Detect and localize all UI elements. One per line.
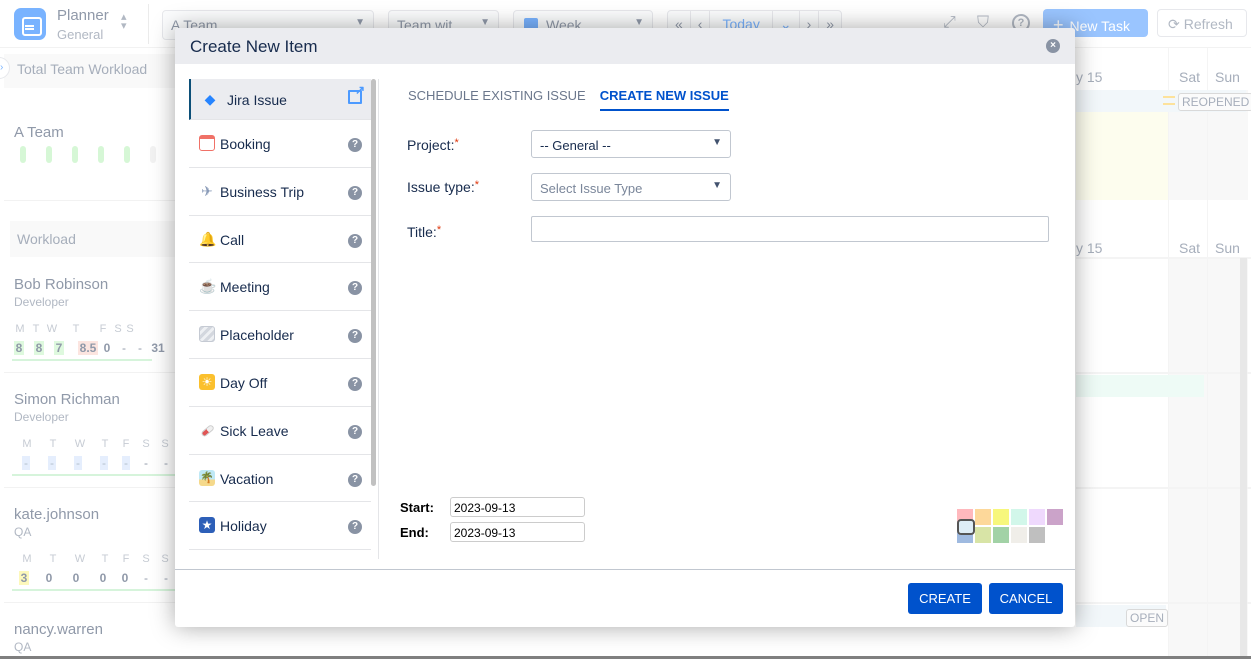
required-marker: * bbox=[436, 224, 442, 236]
footer-divider bbox=[175, 569, 1075, 570]
end-date-input[interactable]: 2023-09-13 bbox=[450, 522, 585, 542]
color-swatch[interactable] bbox=[957, 519, 975, 535]
jira-icon: ◆ bbox=[204, 91, 216, 107]
type-item-business-trip[interactable]: ✈ Business Trip ? bbox=[189, 168, 371, 216]
help-icon[interactable]: ? bbox=[348, 281, 362, 296]
title-label: Title:* bbox=[407, 224, 441, 240]
help-icon[interactable]: ? bbox=[348, 472, 362, 487]
color-swatch[interactable] bbox=[1011, 527, 1027, 543]
type-item-day-off[interactable]: ☀ Day Off ? bbox=[189, 359, 371, 407]
required-marker: * bbox=[454, 137, 459, 149]
type-label: Vacation bbox=[220, 470, 274, 487]
required-marker: * bbox=[474, 179, 479, 191]
type-list-scrollbar[interactable] bbox=[371, 79, 376, 486]
color-swatch[interactable] bbox=[1029, 509, 1045, 525]
chevron-down-icon: ▼ bbox=[712, 137, 722, 148]
type-item-sick-leave[interactable]: Sick Leave ? bbox=[189, 407, 371, 455]
color-swatch[interactable] bbox=[1011, 509, 1027, 525]
title-input[interactable] bbox=[531, 216, 1049, 242]
type-label: Day Off bbox=[220, 374, 268, 391]
start-date-input[interactable]: 2023-09-13 bbox=[450, 497, 585, 517]
issue-type-select[interactable]: Select Issue Type ▼ bbox=[531, 173, 731, 201]
type-label: Business Trip bbox=[220, 183, 305, 200]
title-label-text: Title: bbox=[407, 224, 437, 240]
help-icon[interactable]: ? bbox=[348, 520, 362, 535]
help-icon[interactable]: ? bbox=[348, 233, 362, 248]
tab-schedule-existing-issue[interactable]: SCHEDULE EXISTING ISSUE bbox=[408, 88, 586, 111]
issue-type-placeholder: Select Issue Type bbox=[540, 181, 643, 196]
project-label-text: Project: bbox=[407, 137, 455, 153]
help-icon[interactable]: ? bbox=[348, 138, 362, 152]
item-type-list: ◆ Jira Issue Booking ? ✈ Business Trip ?… bbox=[189, 79, 379, 559]
booking-icon bbox=[199, 135, 215, 151]
help-icon[interactable]: ? bbox=[348, 424, 362, 439]
issue-type-label-text: Issue type: bbox=[407, 179, 475, 195]
help-icon[interactable]: ? bbox=[348, 185, 362, 200]
issue-type-label: Issue type:* bbox=[407, 179, 479, 195]
type-item-vacation[interactable]: 🌴 Vacation ? bbox=[189, 455, 371, 503]
type-item-holiday[interactable]: ★ Holiday ? bbox=[189, 502, 371, 551]
type-label: Jira Issue bbox=[227, 92, 287, 108]
placeholder-icon bbox=[199, 326, 215, 343]
color-swatch[interactable] bbox=[993, 527, 1009, 543]
color-swatch[interactable] bbox=[1029, 527, 1045, 543]
project-label: Project:* bbox=[407, 137, 459, 153]
project-select-value: -- General -- bbox=[540, 138, 611, 153]
star-icon: ★ bbox=[199, 517, 215, 534]
color-swatch[interactable] bbox=[975, 527, 991, 543]
color-palette bbox=[957, 509, 1063, 543]
modal-header: Create New Item × bbox=[175, 28, 1075, 64]
create-button[interactable]: CREATE bbox=[908, 583, 982, 614]
close-icon[interactable]: × bbox=[1046, 39, 1060, 53]
airplane-icon: ✈ bbox=[201, 182, 213, 199]
chevron-down-icon: ▼ bbox=[712, 180, 722, 191]
type-label: Call bbox=[220, 231, 245, 248]
tab-create-new-issue[interactable]: CREATE NEW ISSUE bbox=[599, 88, 729, 111]
end-label: End: bbox=[400, 525, 429, 540]
pill-icon bbox=[196, 419, 219, 442]
help-icon[interactable]: ? bbox=[348, 376, 362, 391]
type-item-placeholder[interactable]: Placeholder ? bbox=[189, 311, 371, 359]
type-label: Sick Leave bbox=[220, 422, 289, 439]
type-item-booking[interactable]: Booking ? bbox=[189, 120, 371, 168]
type-label: Holiday bbox=[220, 518, 267, 535]
help-icon[interactable]: ? bbox=[348, 329, 362, 344]
palm-tree-icon: 🌴 bbox=[199, 469, 215, 486]
type-item-meeting[interactable]: ☕ Meeting ? bbox=[189, 263, 371, 312]
start-label: Start: bbox=[400, 500, 434, 515]
cancel-button[interactable]: CANCEL bbox=[989, 583, 1063, 614]
issue-tabs: SCHEDULE EXISTING ISSUE CREATE NEW ISSUE bbox=[408, 88, 729, 111]
sun-icon: ☀ bbox=[199, 373, 215, 390]
coffee-cup-icon: ☕ bbox=[199, 278, 217, 295]
type-label: Meeting bbox=[220, 279, 270, 296]
external-link-icon[interactable] bbox=[348, 83, 365, 104]
color-swatch[interactable] bbox=[1047, 509, 1063, 525]
type-list-divider bbox=[378, 79, 379, 559]
bell-icon: 🔔 bbox=[199, 230, 217, 247]
create-new-item-dialog: Create New Item × ◆ Jira Issue Booking ?… bbox=[175, 28, 1075, 627]
type-label: Placeholder bbox=[220, 327, 294, 344]
type-item-jira-issue[interactable]: ◆ Jira Issue bbox=[189, 79, 371, 120]
type-item-call[interactable]: 🔔 Call ? bbox=[189, 216, 371, 264]
modal-title: Create New Item bbox=[190, 37, 318, 56]
color-swatch[interactable] bbox=[975, 509, 991, 525]
color-swatch[interactable] bbox=[993, 509, 1009, 525]
type-label: Booking bbox=[220, 136, 271, 152]
project-select[interactable]: -- General -- ▼ bbox=[531, 130, 731, 158]
